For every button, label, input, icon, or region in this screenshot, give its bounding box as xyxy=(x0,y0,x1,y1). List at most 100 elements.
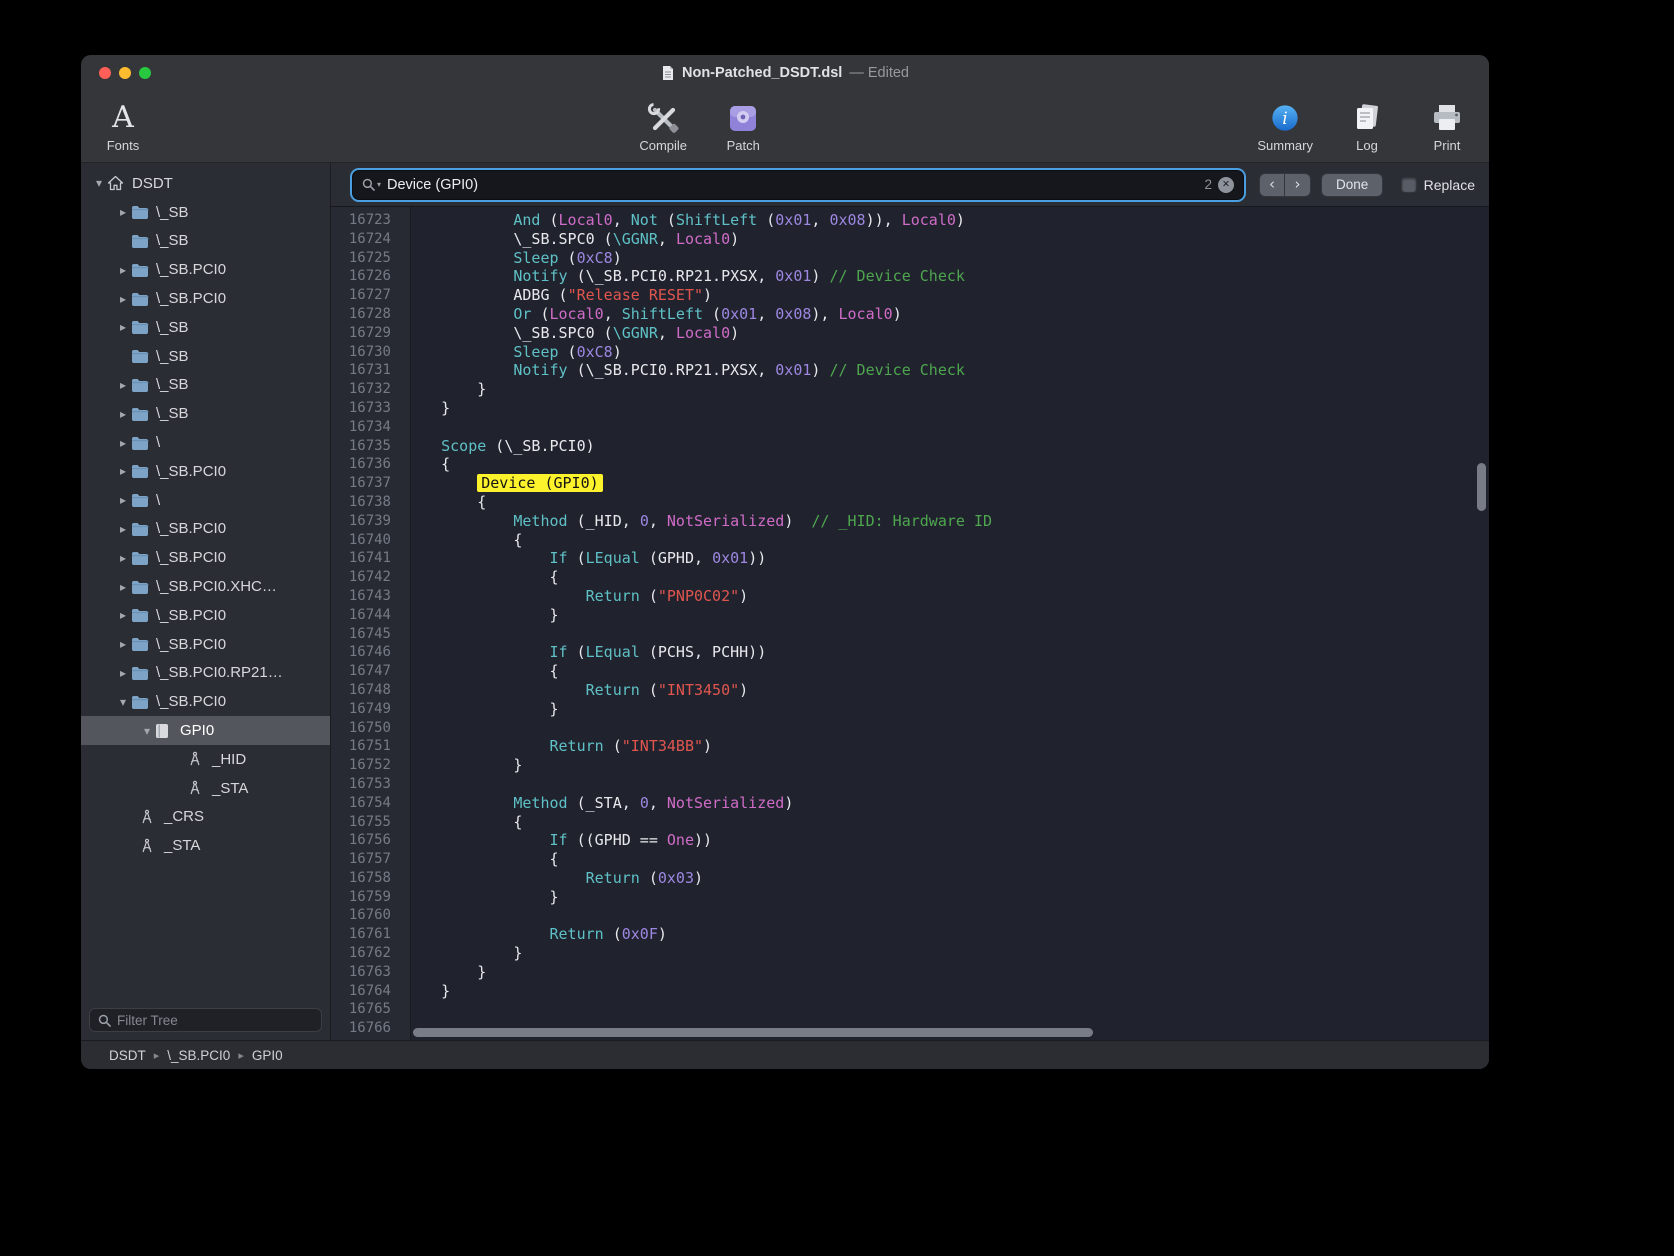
disclosure-triangle-icon[interactable]: ▸ xyxy=(115,378,131,392)
disclosure-triangle-icon[interactable]: ▸ xyxy=(115,263,131,277)
disclosure-triangle-icon[interactable]: ▸ xyxy=(115,407,131,421)
zoom-button[interactable] xyxy=(139,67,151,79)
code-text[interactable]: } xyxy=(401,700,559,719)
code-text[interactable]: Device (GPI0) xyxy=(401,474,603,493)
tree-item-[interactable]: ▸\ xyxy=(81,428,330,457)
clear-search-icon[interactable]: ✕ xyxy=(1218,177,1234,193)
code-text[interactable]: Return ("PNP0C02") xyxy=(401,587,748,606)
code-text[interactable]: { xyxy=(401,493,486,512)
tree-item-sb[interactable]: \_SB xyxy=(81,342,330,371)
code-text[interactable]: } xyxy=(401,888,559,907)
code-text[interactable]: } xyxy=(401,756,522,775)
code-text[interactable]: \_SB.SPC0 (\GGNR, Local0) xyxy=(401,230,739,249)
tree-item-sbpci0[interactable]: ▸\_SB.PCI0 xyxy=(81,630,330,659)
code-text[interactable]: } xyxy=(401,982,450,1001)
filter-tree-input[interactable] xyxy=(117,1013,313,1028)
find-next-button[interactable]: › xyxy=(1285,173,1311,197)
code-text[interactable] xyxy=(401,775,405,794)
code-text[interactable]: { xyxy=(401,813,522,832)
horizontal-scrollbar[interactable] xyxy=(413,1028,1475,1038)
tree-item-sta[interactable]: _STA xyxy=(81,831,330,860)
code-text[interactable]: Or (Local0, ShiftLeft (0x01, 0x08), Loca… xyxy=(401,305,902,324)
code-text[interactable]: \_SB.SPC0 (\GGNR, Local0) xyxy=(401,324,739,343)
replace-checkbox[interactable] xyxy=(1401,177,1417,193)
code-text[interactable]: { xyxy=(401,531,522,550)
tree-item-sbpci0[interactable]: ▸\_SB.PCI0 xyxy=(81,457,330,486)
code-text[interactable] xyxy=(401,1019,405,1038)
code-text[interactable]: Method (_HID, 0, NotSerialized) // _HID:… xyxy=(401,512,992,531)
code-text[interactable]: Sleep (0xC8) xyxy=(401,343,622,362)
disclosure-triangle-icon[interactable]: ▸ xyxy=(115,608,131,622)
disclosure-triangle-icon[interactable]: ▾ xyxy=(139,724,155,738)
code-text[interactable]: Sleep (0xC8) xyxy=(401,249,622,268)
code-text[interactable] xyxy=(401,625,405,644)
print-button[interactable]: Print xyxy=(1421,101,1473,153)
patch-button[interactable]: Patch xyxy=(717,101,769,153)
compile-button[interactable]: Compile xyxy=(637,101,689,153)
find-field[interactable]: ▾ 2 ✕ xyxy=(353,171,1243,199)
find-input[interactable] xyxy=(387,177,1198,193)
tree-item-[interactable]: ▸\ xyxy=(81,486,330,515)
tree-item-hid[interactable]: _HID xyxy=(81,745,330,774)
tree-item-sbpci0[interactable]: ▾\_SB.PCI0 xyxy=(81,687,330,716)
tree-item-sb[interactable]: \_SB xyxy=(81,227,330,256)
tree-item-sbpci0[interactable]: ▸\_SB.PCI0 xyxy=(81,543,330,572)
code-text[interactable] xyxy=(401,1000,405,1019)
code-text[interactable]: If ((GPHD == One)) xyxy=(401,831,712,850)
disclosure-triangle-icon[interactable]: ▸ xyxy=(115,320,131,334)
disclosure-triangle-icon[interactable]: ▸ xyxy=(115,580,131,594)
close-button[interactable] xyxy=(99,67,111,79)
code-text[interactable]: } xyxy=(401,606,559,625)
code-text[interactable]: Return ("INT3450") xyxy=(401,681,748,700)
tree-item-sb[interactable]: ▸\_SB xyxy=(81,399,330,428)
tree-item-sbpci0[interactable]: ▸\_SB.PCI0 xyxy=(81,284,330,313)
code-text[interactable] xyxy=(401,719,405,738)
disclosure-triangle-icon[interactable]: ▾ xyxy=(115,695,131,709)
tree-item-sb[interactable]: ▸\_SB xyxy=(81,371,330,400)
vertical-scrollbar[interactable] xyxy=(1477,209,1487,1028)
filter-tree-field[interactable] xyxy=(89,1008,322,1032)
find-previous-button[interactable]: ‹ xyxy=(1259,173,1285,197)
code-editor[interactable]: 16723 And (Local0, Not (ShiftLeft (0x01,… xyxy=(331,207,1489,1040)
tree-item-sbpci0xhc[interactable]: ▸\_SB.PCI0.XHC… xyxy=(81,572,330,601)
code-text[interactable]: { xyxy=(401,662,559,681)
tree-item-dsdt[interactable]: ▾DSDT xyxy=(81,169,330,198)
title-bar[interactable]: Non-Patched_DSDT.dsl — Edited xyxy=(81,55,1489,91)
tree-item-crs[interactable]: _CRS xyxy=(81,803,330,832)
tree-item-gpi0[interactable]: ▾GPI0 xyxy=(81,716,330,745)
horizontal-scrollbar-thumb[interactable] xyxy=(413,1028,1093,1037)
tree-item-sb[interactable]: ▸\_SB xyxy=(81,313,330,342)
tree-item-sta[interactable]: _STA xyxy=(81,774,330,803)
code-text[interactable] xyxy=(401,906,405,925)
code-text[interactable]: And (Local0, Not (ShiftLeft (0x01, 0x08)… xyxy=(401,211,965,230)
tree-item-sbpci0[interactable]: ▸\_SB.PCI0 xyxy=(81,255,330,284)
breadcrumb-item[interactable]: \_SB.PCI0 xyxy=(167,1048,230,1063)
code-text[interactable]: ADBG ("Release RESET") xyxy=(401,286,712,305)
disclosure-triangle-icon[interactable]: ▸ xyxy=(115,522,131,536)
disclosure-triangle-icon[interactable]: ▸ xyxy=(115,464,131,478)
disclosure-triangle-icon[interactable]: ▸ xyxy=(115,666,131,680)
tree-item-sbpci0rp21[interactable]: ▸\_SB.PCI0.RP21… xyxy=(81,659,330,688)
done-button[interactable]: Done xyxy=(1321,173,1383,197)
search-scope-menu[interactable]: ▾ xyxy=(362,178,381,191)
breadcrumb-item[interactable]: GPI0 xyxy=(252,1048,283,1063)
code-area[interactable]: 16723 And (Local0, Not (ShiftLeft (0x01,… xyxy=(331,207,1489,1040)
disclosure-triangle-icon[interactable]: ▸ xyxy=(115,436,131,450)
code-text[interactable]: } xyxy=(401,944,522,963)
disclosure-triangle-icon[interactable]: ▸ xyxy=(115,493,131,507)
code-text[interactable]: } xyxy=(401,963,486,982)
disclosure-triangle-icon[interactable]: ▸ xyxy=(115,205,131,219)
log-button[interactable]: Log xyxy=(1341,101,1393,153)
tree-item-sb[interactable]: ▸\_SB xyxy=(81,198,330,227)
disclosure-triangle-icon[interactable]: ▸ xyxy=(115,637,131,651)
code-text[interactable]: If (LEqual (GPHD, 0x01)) xyxy=(401,549,766,568)
code-text[interactable]: Notify (\_SB.PCI0.RP21.PXSX, 0x01) // De… xyxy=(401,267,965,286)
minimize-button[interactable] xyxy=(119,67,131,79)
code-text[interactable]: Method (_STA, 0, NotSerialized) xyxy=(401,794,793,813)
code-text[interactable]: } xyxy=(401,380,486,399)
tree-item-sbpci0[interactable]: ▸\_SB.PCI0 xyxy=(81,601,330,630)
code-text[interactable]: Return (0x03) xyxy=(401,869,703,888)
code-text[interactable]: { xyxy=(401,568,559,587)
code-text[interactable]: Return (0x0F) xyxy=(401,925,667,944)
disclosure-triangle-icon[interactable]: ▸ xyxy=(115,292,131,306)
